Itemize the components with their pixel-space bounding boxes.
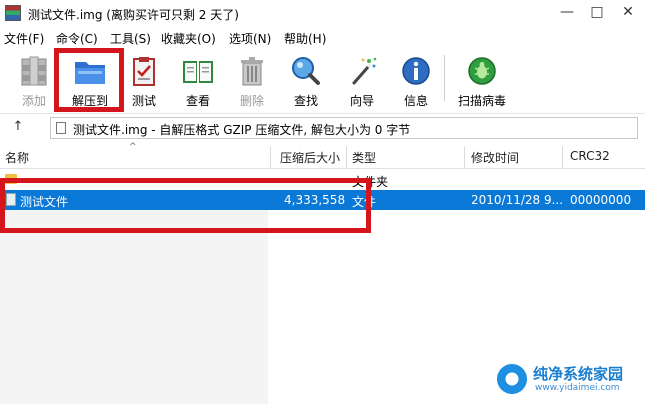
add-button[interactable]: 添加 xyxy=(8,51,60,109)
folder-icon xyxy=(5,174,17,184)
menu-commands[interactable]: 命令(C) xyxy=(56,30,98,47)
row-size: 4,333,558 xyxy=(284,193,346,207)
name-column-empty-area xyxy=(0,210,268,404)
address-bar: ↑ 测试文件.img - 自解压格式 GZIP 压缩文件, 解包大小为 0 字节 xyxy=(0,114,645,142)
watermark-url: www.yidaimei.com xyxy=(535,383,620,393)
list-item-parent-folder[interactable]: 文件夹 xyxy=(0,170,645,190)
column-divider[interactable] xyxy=(562,146,563,168)
menu-file[interactable]: 文件(F) xyxy=(4,30,44,47)
row-name: 测试文件 xyxy=(20,195,69,209)
extract-to-button[interactable]: 解压到 xyxy=(64,51,116,109)
virus-scan-icon xyxy=(468,57,496,85)
wizard-wand-icon xyxy=(352,57,377,85)
column-type[interactable]: 类型 xyxy=(352,149,376,166)
toolbar: 添加 解压到 测试 查看 删除 查找 向导 信息 扫描病毒 xyxy=(0,47,645,114)
window-title: 测试文件.img (离购买许可只剩 2 天了) xyxy=(28,8,239,22)
sort-ascending-icon: ^ xyxy=(129,142,137,152)
file-icon xyxy=(6,193,16,206)
row-type: 文件夹 xyxy=(352,175,389,189)
row-modified: 2010/11/28 9... xyxy=(471,193,564,207)
add-label: 添加 xyxy=(21,94,46,108)
magnifier-icon xyxy=(292,57,320,85)
archive-path-field[interactable]: 测试文件.img - 自解压格式 GZIP 压缩文件, 解包大小为 0 字节 xyxy=(50,117,638,139)
test-clipboard-icon xyxy=(133,57,155,86)
minimize-button[interactable]: — xyxy=(552,0,582,27)
column-modified[interactable]: 修改时间 xyxy=(471,149,519,166)
menu-options[interactable]: 选项(N) xyxy=(229,30,271,47)
extract-folder-icon xyxy=(75,62,105,84)
column-name[interactable]: 名称 xyxy=(5,149,29,166)
virus-scan-button[interactable]: 扫描病毒 xyxy=(452,51,512,109)
archive-info-text: 测试文件.img - 自解压格式 GZIP 压缩文件, 解包大小为 0 字节 xyxy=(73,123,411,137)
column-divider[interactable] xyxy=(270,146,271,168)
view-label: 查看 xyxy=(185,94,210,108)
view-book-icon xyxy=(183,61,213,83)
info-label: 信息 xyxy=(403,94,428,108)
delete-button[interactable]: 删除 xyxy=(226,51,278,109)
find-button[interactable]: 查找 xyxy=(280,51,332,109)
watermark-logo-icon xyxy=(497,364,527,394)
close-button[interactable]: ✕ xyxy=(613,0,643,27)
test-label: 测试 xyxy=(131,94,156,108)
info-icon xyxy=(402,57,430,85)
menu-help[interactable]: 帮助(H) xyxy=(284,30,326,47)
extract-to-label: 解压到 xyxy=(71,94,108,108)
document-icon xyxy=(56,122,66,134)
add-archive-icon xyxy=(21,56,47,86)
list-item-test-file[interactable]: 测试文件 4,333,558 文件 2010/11/28 9... 000000… xyxy=(0,190,645,210)
column-packed-size[interactable]: 压缩后大小 xyxy=(280,149,340,166)
test-button[interactable]: 测试 xyxy=(118,51,170,109)
column-crc32[interactable]: CRC32 xyxy=(570,149,610,163)
maximize-button[interactable]: □ xyxy=(582,0,612,27)
delete-label: 删除 xyxy=(239,94,264,108)
find-label: 查找 xyxy=(293,94,318,108)
row-crc32: 00000000 xyxy=(570,193,632,207)
file-list-header: ^ 名称 压缩后大小 类型 修改时间 CRC32 xyxy=(0,142,645,169)
winrar-app-icon xyxy=(5,5,21,21)
info-button[interactable]: 信息 xyxy=(390,51,442,109)
wizard-button[interactable]: 向导 xyxy=(336,51,388,109)
trash-icon xyxy=(241,57,263,86)
up-arrow-icon[interactable]: ↑ xyxy=(8,118,28,138)
menu-bar: 文件(F) 命令(C) 工具(S) 收藏夹(O) 选项(N) 帮助(H) xyxy=(0,27,645,47)
column-divider[interactable] xyxy=(346,146,347,168)
view-button[interactable]: 查看 xyxy=(172,51,224,109)
watermark-title: 纯净系统家园 xyxy=(533,365,624,383)
virus-scan-label: 扫描病毒 xyxy=(457,94,506,108)
row-type: 文件 xyxy=(352,195,377,209)
site-watermark: 纯净系统家园 www.yidaimei.com xyxy=(497,364,639,396)
menu-tools[interactable]: 工具(S) xyxy=(110,30,151,47)
menu-favorites[interactable]: 收藏夹(O) xyxy=(161,30,216,47)
column-divider[interactable] xyxy=(464,146,465,168)
wizard-label: 向导 xyxy=(349,94,374,108)
title-bar: 测试文件.img (离购买许可只剩 2 天了) — □ ✕ xyxy=(0,0,645,27)
toolbar-separator xyxy=(444,55,445,101)
